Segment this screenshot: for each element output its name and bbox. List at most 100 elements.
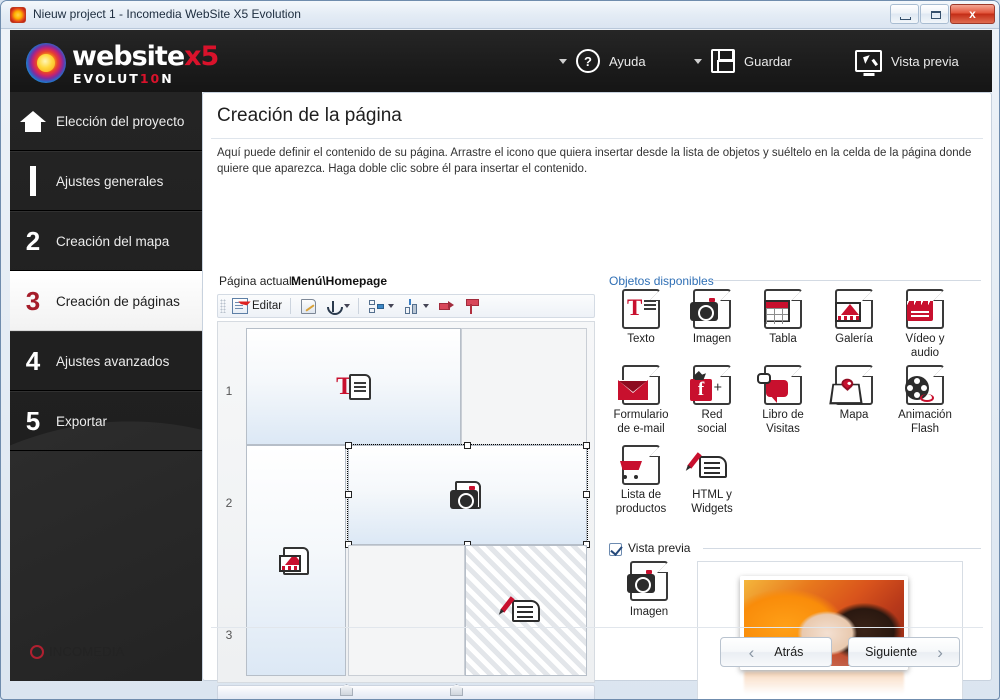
preview-object-label: Imagen: [629, 606, 669, 618]
sidebar-item-exportar[interactable]: 5 Exportar: [10, 391, 202, 451]
page-brush-icon: [301, 298, 317, 314]
logo-mark-icon: [26, 43, 66, 83]
object-item-red-social[interactable]: f + Red social: [676, 365, 748, 436]
back-button[interactable]: ‹ Atrás: [720, 637, 832, 667]
close-button[interactable]: x: [950, 4, 995, 24]
toolbar-separator: [290, 298, 292, 314]
gallery-doc-icon: [835, 289, 873, 329]
minimize-button[interactable]: [890, 4, 919, 24]
sidebar-item-number: 2: [25, 226, 41, 256]
resize-handle-w[interactable]: [345, 491, 352, 498]
object-item-galeria[interactable]: Galería: [818, 289, 890, 346]
chevron-down-icon: [694, 58, 702, 64]
object-item-html-y-widgets[interactable]: HTML y Widgets: [676, 445, 748, 516]
sidebar-item-eleccion-del-proyecto[interactable]: Elección del proyecto: [10, 92, 202, 151]
chevron-down-icon[interactable]: [388, 304, 395, 308]
cell-r1-c2[interactable]: [461, 328, 587, 445]
html-widget-doc-icon: [687, 445, 731, 485]
sidebar-item-number: 5: [25, 406, 41, 436]
help-button[interactable]: ? Ayuda: [559, 44, 646, 78]
object-item-video-y-audio[interactable]: Vídeo y audio: [889, 289, 961, 360]
preview-image-box: [697, 561, 963, 699]
sidebar-item-ajustes-generales[interactable]: Ajustes generales: [10, 151, 202, 211]
save-button[interactable]: Guardar: [694, 44, 792, 78]
object-item-lista-de-productos[interactable]: Lista de productos: [605, 445, 677, 516]
sidebar-item-ajustes-avanzados[interactable]: 4 Ajustes avanzados: [10, 331, 202, 391]
help-icon: ?: [576, 49, 600, 73]
next-button[interactable]: Siguiente ›: [848, 637, 960, 667]
html-widget-icon: [500, 595, 540, 622]
editor-toolbar: Editar: [217, 294, 595, 318]
resize-handle-e[interactable]: [583, 491, 590, 498]
anchor-button[interactable]: [322, 296, 354, 316]
next-label: Siguiente: [865, 645, 918, 659]
cell-r3-c2[interactable]: [348, 545, 465, 676]
object-item-label: Mapa: [839, 409, 869, 421]
style-button[interactable]: [297, 296, 320, 316]
preview-label: Vista previa: [891, 53, 959, 69]
incomedia-ring-icon: [30, 644, 44, 659]
grid-row-label-2: 2: [225, 496, 233, 510]
object-item-libro-de-visitas[interactable]: Libro de Visitas: [747, 365, 819, 436]
toolbar-grip[interactable]: [220, 299, 226, 313]
logo-subtitle: EVOLUT10N: [73, 71, 174, 86]
object-item-label: Libro de Visitas: [762, 409, 804, 435]
maximize-button[interactable]: [920, 4, 949, 24]
column-layout-button[interactable]: [400, 296, 433, 316]
resize-handle-nw[interactable]: [345, 442, 352, 449]
chevron-down-icon[interactable]: [344, 304, 351, 308]
cell-r3-c3[interactable]: [465, 545, 587, 676]
maximize-icon: [931, 11, 941, 19]
preview-checkbox-label: Vista previa: [628, 541, 691, 555]
sidebar-item-creacion-de-paginas[interactable]: 3 Creación de páginas: [10, 271, 202, 331]
cell-r2-c1[interactable]: [246, 445, 346, 676]
close-icon: x: [969, 7, 976, 21]
window-controls: x: [889, 4, 995, 24]
app-header: websitex5 EVOLUT10N ? Ayuda Guardar Vist…: [10, 30, 992, 92]
sidebar: Elección del proyecto Ajustes generales …: [10, 92, 202, 681]
title-bar: Nieuw project 1 - Incomedia WebSite X5 E…: [1, 1, 999, 29]
edit-button[interactable]: Editar: [228, 296, 286, 316]
image-doc-icon: [449, 486, 478, 509]
sidebar-item-label: Elección del proyecto: [56, 113, 185, 129]
sidebar-item-label: Creación de páginas: [56, 293, 180, 309]
object-item-label: Formulario de e-mail: [613, 409, 669, 435]
chevron-down-icon[interactable]: [423, 304, 430, 308]
object-item-imagen[interactable]: Imagen: [676, 289, 748, 346]
map-doc-icon: [829, 365, 873, 405]
object-item-texto[interactable]: T Texto: [605, 289, 677, 346]
cell-r1-c1[interactable]: T: [246, 328, 461, 445]
guestbook-doc-icon: [757, 365, 802, 405]
sidebar-item-creacion-del-mapa[interactable]: 2 Creación del mapa: [10, 211, 202, 271]
cell-r2-c2[interactable]: [345, 442, 590, 548]
sidebar-item-label: Creación del mapa: [56, 233, 170, 249]
object-item-label: Imagen: [692, 333, 732, 345]
minimize-icon: [900, 17, 911, 20]
row-layout-button[interactable]: [365, 296, 398, 316]
preview-checkbox[interactable]: [609, 543, 622, 556]
canvas-horizontal-scrollbar[interactable]: [217, 685, 595, 699]
insert-column-button[interactable]: [460, 296, 483, 316]
sidebar-item-label: Exportar: [56, 413, 108, 429]
insert-row-button[interactable]: [435, 296, 458, 316]
object-item-animacion-flash[interactable]: Animación Flash: [889, 365, 961, 436]
object-item-label: Red social: [697, 409, 727, 435]
text-doc-icon: T: [622, 289, 660, 329]
resize-handle-ne[interactable]: [583, 442, 590, 449]
page-description: Aquí puede definir el contenido de su pá…: [217, 147, 972, 175]
home-icon: [10, 110, 56, 132]
preview-button[interactable]: Vista previa: [855, 44, 959, 78]
row-layout-icon: [369, 299, 385, 314]
object-item-mapa[interactable]: Mapa: [818, 365, 890, 422]
object-item-tabla[interactable]: Tabla: [747, 289, 819, 346]
object-item-formulario-de-e-mail[interactable]: Formulario de e-mail: [605, 365, 677, 436]
chevron-down-icon: [559, 58, 567, 64]
resize-handle-n[interactable]: [463, 442, 471, 449]
social-network-doc-icon: f +: [690, 365, 731, 405]
incomedia-label: INCOMEDIA: [49, 644, 125, 659]
page-layout-canvas[interactable]: 1 2 3 T: [217, 321, 595, 683]
table-doc-icon: [764, 289, 802, 329]
insert-column-icon: [464, 298, 480, 314]
edit-page-icon: [232, 298, 248, 314]
chevron-right-icon: ›: [937, 642, 943, 662]
